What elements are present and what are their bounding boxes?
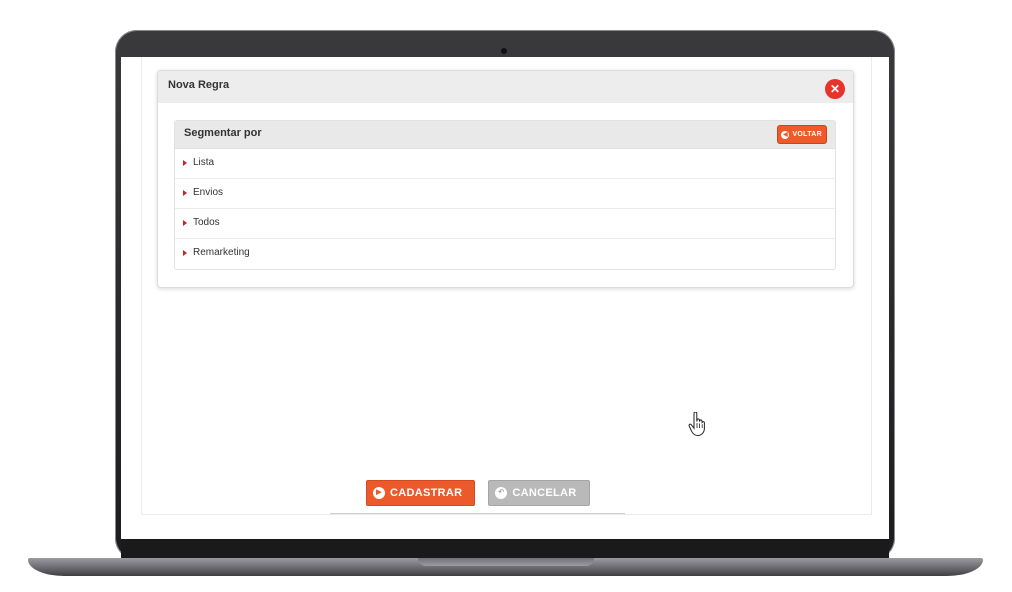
close-icon[interactable]: ✕ bbox=[825, 79, 845, 99]
modal-header: Nova Regra ✕ bbox=[158, 71, 853, 103]
segment-item-todos[interactable]: Todos bbox=[175, 209, 835, 239]
footer-divider bbox=[330, 513, 625, 514]
caret-right-icon bbox=[183, 190, 187, 196]
segment-item-lista[interactable]: Lista bbox=[175, 149, 835, 179]
segment-item-envios[interactable]: Envios bbox=[175, 179, 835, 209]
caret-right-icon bbox=[183, 220, 187, 226]
undo-icon: ↶ bbox=[495, 487, 508, 499]
segment-item-label: Todos bbox=[193, 217, 220, 228]
laptop-screen: Nova Regra ✕ Segmentar por ◀ VOLTAR List… bbox=[121, 57, 889, 539]
submit-button[interactable]: ▶ CADASTRAR bbox=[366, 480, 476, 506]
segment-item-label: Lista bbox=[193, 157, 215, 168]
laptop-notch bbox=[418, 558, 594, 566]
segment-list: Lista Envios Todos Remarketing bbox=[175, 149, 835, 268]
segment-panel: Segmentar por ◀ VOLTAR Lista Envios Todo bbox=[174, 120, 836, 270]
caret-right-icon bbox=[183, 250, 187, 256]
new-rule-modal: Nova Regra ✕ Segmentar por ◀ VOLTAR List… bbox=[157, 70, 854, 288]
submit-button-label: CADASTRAR bbox=[390, 487, 463, 499]
play-icon: ▶ bbox=[373, 487, 385, 499]
cancel-button[interactable]: ↶ CANCELAR bbox=[488, 480, 590, 506]
camera-dot bbox=[501, 48, 507, 54]
caret-right-icon bbox=[183, 160, 187, 166]
hand-pointer-icon bbox=[688, 412, 705, 436]
segment-panel-header: Segmentar por ◀ VOLTAR bbox=[175, 121, 835, 149]
segment-item-label: Envios bbox=[193, 187, 224, 198]
segment-panel-title: Segmentar por bbox=[184, 127, 262, 139]
back-arrow-icon: ◀ bbox=[781, 130, 790, 139]
back-button[interactable]: ◀ VOLTAR bbox=[777, 125, 827, 144]
back-button-label: VOLTAR bbox=[792, 131, 822, 138]
form-actions: ▶ CADASTRAR ↶ CANCELAR bbox=[366, 480, 590, 506]
segment-item-label: Remarketing bbox=[193, 247, 250, 258]
modal-title: Nova Regra bbox=[168, 79, 230, 91]
cancel-button-label: CANCELAR bbox=[512, 487, 577, 499]
laptop-bezel-bottom bbox=[121, 539, 889, 559]
segment-item-remarketing[interactable]: Remarketing bbox=[175, 239, 835, 268]
